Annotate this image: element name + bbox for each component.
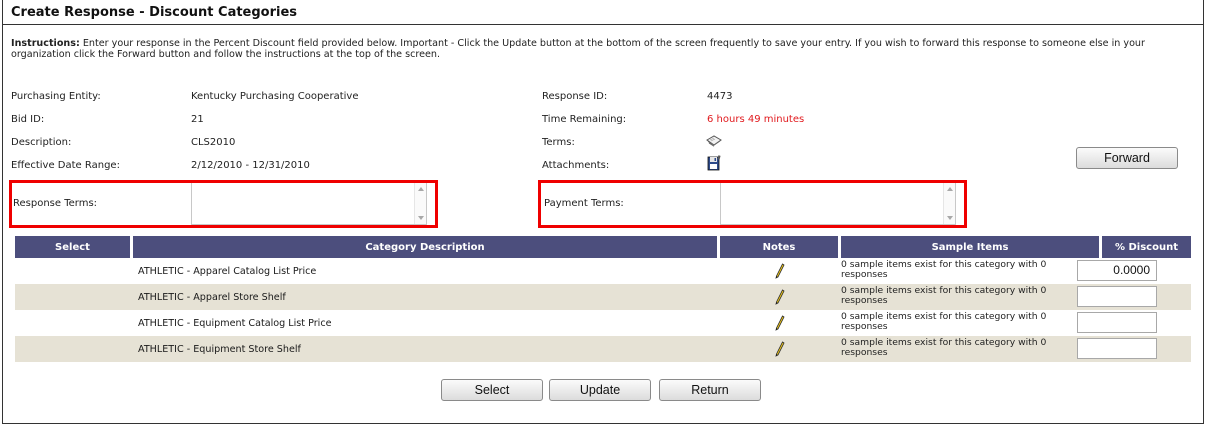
response-terms-highlight [9, 180, 438, 228]
terms-label: Terms: [542, 137, 575, 148]
description-value: CLS2010 [191, 137, 236, 148]
payment-terms-highlight [538, 180, 967, 228]
select-button[interactable]: Select [441, 379, 543, 401]
header-sample-items: Sample Items [841, 236, 1099, 258]
return-button[interactable]: Return [659, 379, 761, 401]
percent-discount-input[interactable] [1077, 338, 1157, 359]
purchasing-entity-label: Purchasing Entity: [11, 91, 101, 102]
category-description: ATHLETIC - Equipment Catalog List Price [138, 317, 332, 329]
pencil-icon[interactable] [775, 341, 785, 360]
category-description: ATHLETIC - Equipment Store Shelf [138, 343, 301, 355]
book-icon[interactable] [706, 134, 722, 151]
discount-grid: Select Category Description Notes Sample… [15, 236, 1191, 362]
sample-items-text: 0 sample items exist for this category w… [841, 311, 1047, 332]
time-remaining-label: Time Remaining: [542, 114, 627, 125]
category-description: ATHLETIC - Apparel Catalog List Price [138, 265, 317, 277]
header-select: Select [15, 236, 130, 258]
pencil-icon[interactable] [775, 289, 785, 308]
main-panel: Create Response - Discount Categories In… [2, 0, 1204, 424]
table-row[interactable]: ATHLETIC - Equipment Store Shelf 0 sampl… [15, 336, 1191, 362]
sample-items-text: 0 sample items exist for this category w… [841, 337, 1047, 358]
percent-discount-input[interactable] [1077, 312, 1157, 333]
header-percent-discount: % Discount [1102, 236, 1191, 258]
percent-discount-input[interactable]: 0.0000 [1077, 260, 1157, 281]
instructions-text: Enter your response in the Percent Disco… [11, 38, 1145, 60]
response-id-label: Response ID: [542, 91, 608, 102]
update-button[interactable]: Update [549, 379, 651, 401]
pencil-icon[interactable] [775, 263, 785, 282]
grid-header: Select Category Description Notes Sample… [15, 236, 1191, 258]
page-title: Create Response - Discount Categories [11, 5, 298, 20]
effective-date-label: Effective Date Range: [11, 160, 120, 171]
floppy-disk-icon[interactable] [707, 155, 721, 174]
header-notes: Notes [720, 236, 838, 258]
table-row[interactable]: ATHLETIC - Apparel Catalog List Price 0 … [15, 258, 1191, 284]
instructions-label: Instructions: [11, 38, 80, 49]
title-divider [3, 24, 1203, 25]
effective-date-value: 2/12/2010 - 12/31/2010 [191, 160, 310, 171]
table-row[interactable]: ATHLETIC - Apparel Store Shelf 0 sample … [15, 284, 1191, 310]
category-description: ATHLETIC - Apparel Store Shelf [138, 291, 286, 303]
attachments-label: Attachments: [542, 160, 610, 171]
bid-id-value: 21 [191, 114, 204, 125]
response-id-value: 4473 [707, 91, 733, 102]
header-category-description: Category Description [133, 236, 717, 258]
sample-items-text: 0 sample items exist for this category w… [841, 285, 1047, 306]
table-row[interactable]: ATHLETIC - Equipment Catalog List Price … [15, 310, 1191, 336]
bid-id-label: Bid ID: [11, 114, 45, 125]
time-remaining-value: 6 hours 49 minutes [707, 114, 805, 125]
instructions: Instructions: Enter your response in the… [11, 38, 1197, 60]
forward-button[interactable]: Forward [1076, 147, 1178, 169]
sample-items-text: 0 sample items exist for this category w… [841, 259, 1047, 280]
description-label: Description: [11, 137, 72, 148]
percent-discount-input[interactable] [1077, 286, 1157, 307]
purchasing-entity-value: Kentucky Purchasing Cooperative [191, 91, 359, 102]
pencil-icon[interactable] [775, 315, 785, 334]
